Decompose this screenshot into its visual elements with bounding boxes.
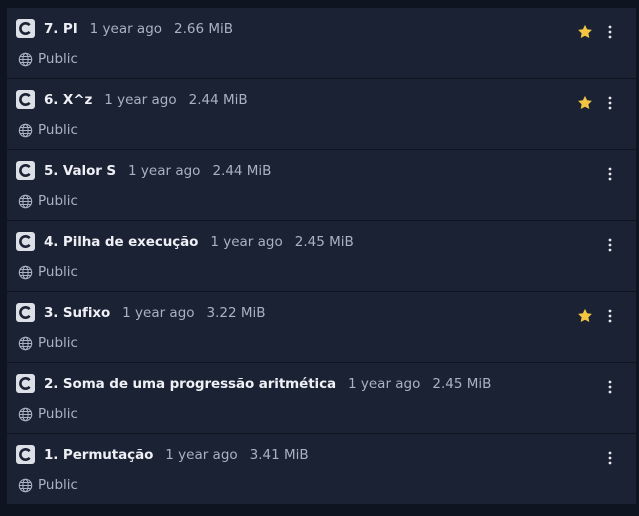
- visibility-label: Public: [38, 335, 78, 351]
- kebab-menu-icon[interactable]: [604, 450, 616, 466]
- c-language-icon: [16, 19, 35, 38]
- repository-row: 6. X^z 1 year ago 2.44 MiB Public: [7, 79, 636, 150]
- repository-age: 1 year ago: [348, 375, 421, 392]
- repository-age: 1 year ago: [210, 233, 283, 250]
- globe-icon: [18, 478, 33, 492]
- globe-icon: [18, 407, 33, 421]
- kebab-menu-icon[interactable]: [604, 237, 616, 253]
- visibility-label: Public: [38, 122, 78, 138]
- c-language-icon: [16, 374, 35, 393]
- star-icon[interactable]: [577, 95, 593, 111]
- repository-size: 2.45 MiB: [294, 233, 354, 250]
- c-language-icon: [16, 445, 35, 464]
- globe-icon: [18, 52, 33, 66]
- repository-size: 3.41 MiB: [249, 446, 309, 463]
- repository-row: 5. Valor S 1 year ago 2.44 MiB Public: [7, 150, 636, 221]
- repository-size: 3.22 MiB: [206, 304, 266, 321]
- repository-row: 7. PI 1 year ago 2.66 MiB Public: [7, 8, 636, 79]
- visibility-label: Public: [38, 193, 78, 209]
- globe-icon: [18, 123, 33, 137]
- visibility-label: Public: [38, 477, 78, 493]
- repository-list: 7. PI 1 year ago 2.66 MiB Public 6. X^z …: [7, 8, 636, 504]
- c-language-icon: [16, 232, 35, 251]
- repository-name[interactable]: 3. Sufixo: [44, 305, 110, 321]
- repository-age: 1 year ago: [122, 304, 195, 321]
- repository-name[interactable]: 1. Permutação: [44, 447, 153, 463]
- repository-age: 1 year ago: [104, 91, 177, 108]
- star-icon[interactable]: [577, 24, 593, 40]
- kebab-menu-icon[interactable]: [604, 308, 616, 324]
- repository-row: 3. Sufixo 1 year ago 3.22 MiB Public: [7, 292, 636, 363]
- globe-icon: [18, 265, 33, 279]
- visibility-indicator: Public: [18, 264, 78, 280]
- repository-row: 1. Permutação 1 year ago 3.41 MiB Public: [7, 434, 636, 504]
- visibility-indicator: Public: [18, 122, 78, 138]
- c-language-icon: [16, 161, 35, 180]
- visibility-indicator: Public: [18, 51, 78, 67]
- repository-row: 4. Pilha de execução 1 year ago 2.45 MiB…: [7, 221, 636, 292]
- repository-name[interactable]: 7. PI: [44, 21, 78, 37]
- kebab-menu-icon[interactable]: [604, 95, 616, 111]
- repository-size: 2.66 MiB: [174, 20, 234, 37]
- repository-age: 1 year ago: [128, 162, 201, 179]
- visibility-indicator: Public: [18, 406, 78, 422]
- repository-size: 2.45 MiB: [432, 375, 492, 392]
- globe-icon: [18, 194, 33, 208]
- repository-name[interactable]: 5. Valor S: [44, 163, 116, 179]
- star-icon[interactable]: [577, 308, 593, 324]
- globe-icon: [18, 336, 33, 350]
- kebab-menu-icon[interactable]: [604, 24, 616, 40]
- visibility-indicator: Public: [18, 477, 78, 493]
- visibility-label: Public: [38, 264, 78, 280]
- repository-row: 2. Soma de uma progressão aritmética 1 y…: [7, 363, 636, 434]
- repository-age: 1 year ago: [89, 20, 163, 37]
- visibility-indicator: Public: [18, 335, 78, 351]
- repository-name[interactable]: 2. Soma de uma progressão aritmética: [44, 376, 336, 392]
- visibility-indicator: Public: [18, 193, 78, 209]
- repository-size: 2.44 MiB: [188, 91, 248, 108]
- kebab-menu-icon[interactable]: [604, 379, 616, 395]
- visibility-label: Public: [38, 51, 78, 67]
- repository-name[interactable]: 6. X^z: [44, 92, 92, 108]
- c-language-icon: [16, 303, 35, 322]
- kebab-menu-icon[interactable]: [604, 166, 616, 182]
- visibility-label: Public: [38, 406, 78, 422]
- repository-name[interactable]: 4. Pilha de execução: [44, 234, 198, 250]
- repository-size: 2.44 MiB: [212, 162, 272, 179]
- c-language-icon: [16, 90, 35, 109]
- repository-age: 1 year ago: [165, 446, 238, 463]
